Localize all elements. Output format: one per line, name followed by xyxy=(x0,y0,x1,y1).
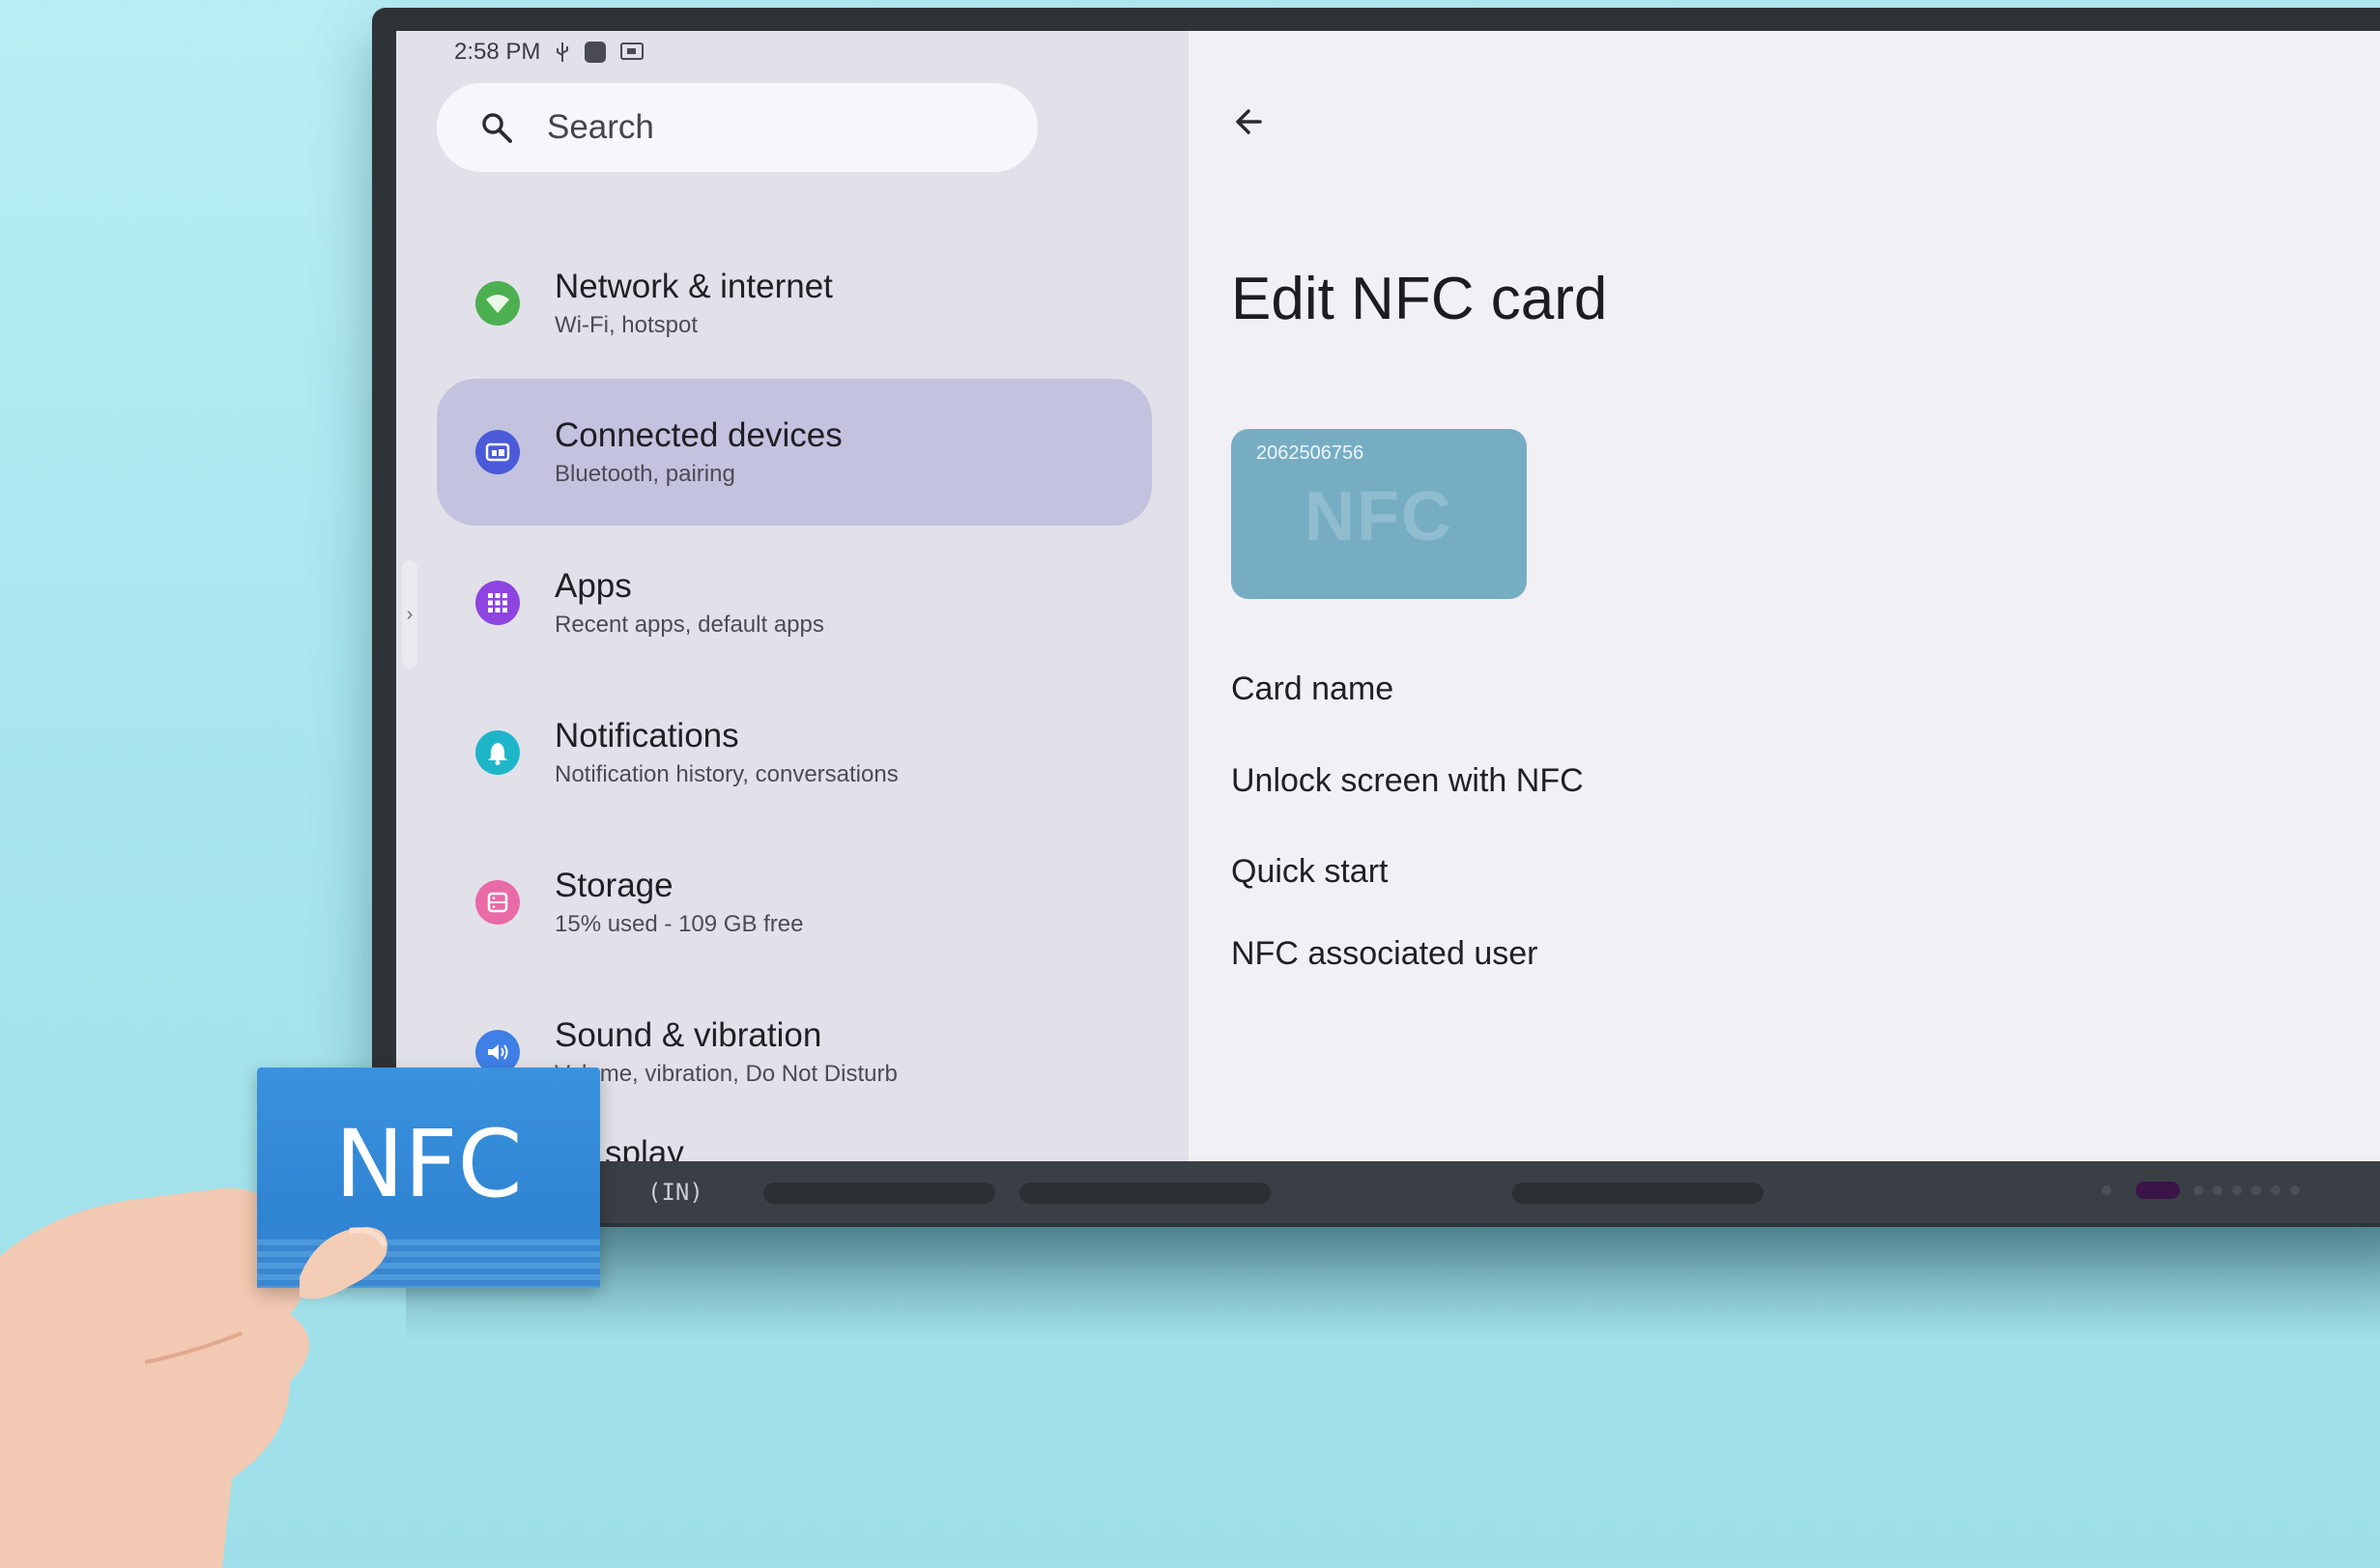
indicator-led xyxy=(2271,1185,2280,1195)
option-unlock-screen[interactable]: Unlock screen with NFC xyxy=(1231,762,1584,800)
nfc-card-preview: 2062506756 NFC xyxy=(1231,429,1527,599)
indicator-led xyxy=(2194,1185,2203,1195)
option-associated-user[interactable]: NFC associated user xyxy=(1231,935,1537,973)
option-quick-start[interactable]: Quick start xyxy=(1231,853,1388,891)
sidebar-item-title: Network & internet xyxy=(555,268,833,305)
sidebar-item-network[interactable]: Network & internet Wi-Fi, hotspot xyxy=(437,230,1152,377)
sidebar-item-title: Storage xyxy=(555,867,674,904)
sidebar-item-title: Notifications xyxy=(555,717,739,755)
sidebar-item-apps[interactable]: Apps Recent apps, default apps xyxy=(437,529,1152,676)
indicator-led xyxy=(2290,1185,2300,1195)
sidebar-item-title: Sound & vibration xyxy=(555,1016,822,1054)
apps-grid-icon xyxy=(475,581,520,625)
sidebar-item-subtitle: Notification history, conversations xyxy=(555,761,899,787)
chevron-right-icon: › xyxy=(406,603,414,625)
bell-icon xyxy=(475,730,520,775)
speaker-grille xyxy=(763,1183,995,1204)
status-time: 2:58 PM xyxy=(454,39,541,65)
bezel-logo: (IN) xyxy=(647,1179,703,1206)
sidebar-item-title: Apps xyxy=(555,567,632,605)
option-card-name[interactable]: Card name xyxy=(1231,670,1393,708)
sidebar-item-subtitle: Wi-Fi, hotspot xyxy=(555,312,699,338)
sidebar-item-title: Connected devices xyxy=(555,416,843,454)
search-icon xyxy=(482,113,512,143)
tv-shadow xyxy=(406,1227,2380,1343)
screen-cast-icon xyxy=(620,43,645,60)
speaker-grille xyxy=(1512,1183,1763,1204)
thumb-illustration xyxy=(300,1227,387,1299)
sidebar-item-subtitle: Bluetooth, pairing xyxy=(555,461,735,487)
sidebar-item-connected-devices[interactable]: Connected devices Bluetooth, pairing xyxy=(437,379,1152,526)
usb-icon xyxy=(557,43,569,62)
notification-square-icon xyxy=(585,42,607,63)
indicator-led xyxy=(2213,1185,2222,1195)
sidebar-item-title: splay xyxy=(605,1134,684,1161)
sidebar-item-subtitle: 15% used - 109 GB free xyxy=(555,911,804,937)
indicator-led xyxy=(2251,1185,2261,1195)
status-bar: 2:58 PM xyxy=(454,39,645,66)
indicator-led xyxy=(2232,1185,2242,1195)
back-arrow-icon[interactable] xyxy=(1231,102,1270,141)
settings-sidebar: 2:58 PM Search › Network & internet Wi-F… xyxy=(396,31,1189,1161)
detail-panel: Edit NFC card 2062506756 NFC Card name U… xyxy=(1189,31,2380,1161)
power-indicator xyxy=(2136,1182,2180,1199)
tv-screen: 2:58 PM Search › Network & internet Wi-F… xyxy=(396,31,2380,1161)
sidebar-item-subtitle: Volume, vibration, Do Not Disturb xyxy=(555,1061,898,1087)
page-title: Edit NFC card xyxy=(1231,266,1608,332)
tv-bottom-bezel: (IN) xyxy=(396,1161,2380,1223)
card-logo: NFC xyxy=(1305,478,1453,556)
expand-handle[interactable]: › xyxy=(402,560,417,669)
devices-icon xyxy=(475,430,520,474)
wifi-icon xyxy=(475,281,520,326)
sidebar-item-storage[interactable]: Storage 15% used - 109 GB free xyxy=(437,829,1152,976)
card-logo: NFC xyxy=(334,1110,523,1218)
indicator-led xyxy=(2102,1185,2111,1195)
speaker-grille xyxy=(1019,1183,1271,1204)
search-bar[interactable]: Search xyxy=(437,83,1038,172)
storage-icon xyxy=(475,880,520,925)
sidebar-item-notifications[interactable]: Notifications Notification history, conv… xyxy=(437,679,1152,826)
search-placeholder: Search xyxy=(547,108,654,146)
sidebar-item-subtitle: Recent apps, default apps xyxy=(555,612,824,638)
card-number: 2062506756 xyxy=(1256,442,1364,464)
